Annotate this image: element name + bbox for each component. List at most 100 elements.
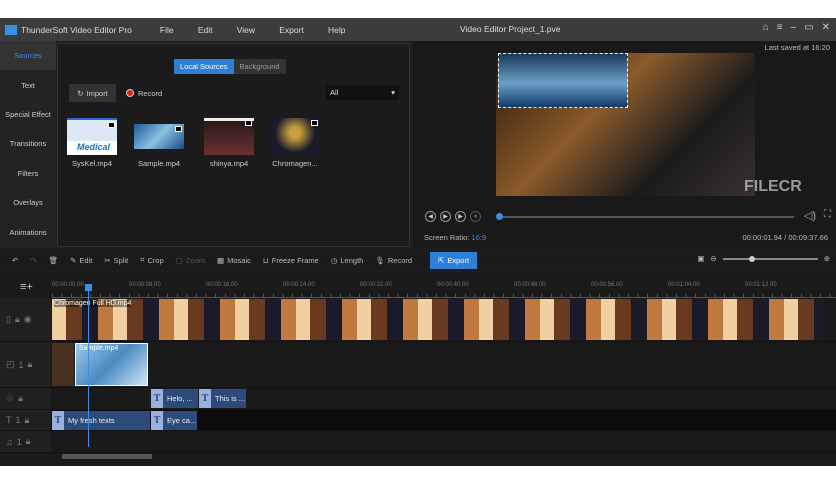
tab-local-sources[interactable]: Local Sources xyxy=(174,59,234,74)
ruler-label: 00:00:40.00 xyxy=(437,282,469,288)
sidebar-item-text[interactable]: Text xyxy=(0,70,56,99)
media-name: shinya.mp4 xyxy=(209,159,249,168)
lock-icon[interactable]: 🔒︎ xyxy=(25,415,30,426)
thumbnail xyxy=(270,118,320,155)
scrollbar-thumb[interactable] xyxy=(62,454,152,459)
video-track: ▯ 🔒︎ ◉ Chromagen Full HD.mp4 xyxy=(0,298,836,342)
text-icon: T xyxy=(151,389,163,408)
menu-help[interactable]: Help xyxy=(328,25,345,35)
menu-edit[interactable]: Edit xyxy=(198,25,213,35)
text-track: T 1 🔒︎ T My fresh texts T Eye ca... xyxy=(0,410,836,431)
previous-frame-icon[interactable]: ◀ xyxy=(425,211,436,222)
add-track-icon[interactable]: ≡+ xyxy=(20,281,33,293)
export-label: Export xyxy=(447,255,470,265)
split-button[interactable]: ✂ Split xyxy=(104,256,128,265)
import-button[interactable]: ↻ Import xyxy=(69,84,116,102)
text-clip[interactable]: T Eye ca... xyxy=(151,411,197,430)
audio-track: ♫ 1 🔒︎ xyxy=(0,431,836,453)
restore-icon[interactable]: ▭ xyxy=(804,22,813,33)
menu-icon[interactable]: ≡ xyxy=(777,22,783,33)
media-name: SysKel.mp4 xyxy=(71,159,113,168)
export-icon: ⇱ xyxy=(438,255,445,265)
fullscreen-icon[interactable]: ⛶ xyxy=(824,209,831,220)
mosaic-button[interactable]: ▦ Mosaic xyxy=(217,256,251,265)
scissors-icon: ✂ xyxy=(104,255,111,265)
zoom-slider-handle[interactable] xyxy=(748,255,755,262)
redo-icon[interactable]: ↷ xyxy=(30,256,36,265)
undo-icon[interactable]: ↶ xyxy=(12,256,18,265)
clip-name: Chromagen Full HD.mp4 xyxy=(54,300,132,307)
media-item[interactable]: shinya.mp4 xyxy=(204,118,254,168)
seek-bar[interactable] xyxy=(495,213,794,220)
lock-icon[interactable]: 🔒︎ xyxy=(28,359,33,370)
menu-view[interactable]: View xyxy=(237,25,255,35)
current-time: 00:00:01.94 xyxy=(742,233,783,242)
edit-button[interactable]: ✎ Edit xyxy=(70,256,92,265)
playhead[interactable] xyxy=(88,287,89,447)
zoom-button[interactable]: ▢ Zoom xyxy=(176,256,205,265)
sources-panel: Local Sources Background ↻ Import Record … xyxy=(57,43,410,247)
record-voice-button[interactable]: 🎙 Record xyxy=(375,256,412,265)
minimize-icon[interactable]: – xyxy=(791,22,797,33)
play-icon[interactable]: ▶ xyxy=(440,211,451,222)
export-button[interactable]: ⇱ Export xyxy=(430,251,478,269)
text-clip[interactable]: T My fresh texts xyxy=(52,411,150,430)
timeline-ruler[interactable]: 00:00:00.00 00:00:08.00 00:00:16.00 00:0… xyxy=(52,280,836,298)
text-effect-clip[interactable]: T Helo, ... xyxy=(151,389,198,408)
record-button[interactable]: Record xyxy=(126,84,162,102)
length-label: Length xyxy=(340,255,364,265)
watermark: FILECR xyxy=(744,178,802,195)
media-item[interactable]: Medical SysKel.mp4 xyxy=(67,118,117,168)
clip-name: This is ... xyxy=(215,394,246,403)
overlay-track-icon: ◰ xyxy=(6,359,15,369)
media-item[interactable]: Sample.mp4 xyxy=(134,118,184,168)
project-title: Video Editor Project_1.pve xyxy=(460,24,561,34)
media-item[interactable]: Chromagen... xyxy=(270,118,320,168)
filter-dropdown[interactable]: All ▾ xyxy=(326,85,399,100)
overlay-clip[interactable] xyxy=(52,343,74,386)
delete-icon[interactable]: 🗑 xyxy=(49,256,59,265)
sidebar-item-overlays[interactable]: Overlays xyxy=(0,188,56,217)
crop-button[interactable]: ⌗ Crop xyxy=(140,255,164,265)
sidebar-item-special-effect[interactable]: Special Effect xyxy=(0,100,56,129)
screen-ratio[interactable]: Screen Ratio: 16:9 xyxy=(424,233,486,242)
fit-timeline-icon[interactable]: ▣ xyxy=(697,254,704,263)
split-label: Split xyxy=(113,255,129,265)
menu-bar: File Edit View Export Help xyxy=(160,25,368,35)
zoom-out-icon[interactable]: ⊖ xyxy=(710,254,716,263)
stop-icon[interactable]: ■ xyxy=(470,211,481,222)
video-track-icon: ▯ xyxy=(6,314,11,324)
ratio-value[interactable]: 16:9 xyxy=(472,233,487,242)
length-button[interactable]: ◷ Length xyxy=(331,256,364,265)
seek-handle[interactable] xyxy=(495,213,503,220)
lock-icon[interactable]: 🔒︎ xyxy=(26,436,31,447)
menu-file[interactable]: File xyxy=(160,25,174,35)
text-effect-clip[interactable]: T This is ... xyxy=(199,389,246,408)
import-label: Import xyxy=(86,88,108,98)
next-frame-icon[interactable]: ▶ xyxy=(455,211,466,222)
freeze-frame-button[interactable]: ⊔ Freeze Frame xyxy=(263,256,319,265)
sidebar-item-transitions[interactable]: Transitions xyxy=(0,129,56,158)
edit-label: Edit xyxy=(79,255,93,265)
overlay-clip[interactable]: Sample.mp4 xyxy=(75,343,148,386)
sidebar-item-animations[interactable]: Animations xyxy=(0,217,56,246)
zoom-in-icon[interactable]: ⊕ xyxy=(824,254,830,263)
overlay-selection[interactable] xyxy=(498,53,628,108)
sidebar-item-filters[interactable]: Filters xyxy=(0,159,56,188)
video-clip[interactable]: Chromagen Full HD.mp4 xyxy=(52,299,824,340)
zoom-icon: ▢ xyxy=(175,255,183,265)
visibility-icon[interactable]: ◉ xyxy=(24,314,32,325)
tab-background[interactable]: Background xyxy=(233,59,286,74)
close-icon[interactable]: ✕ xyxy=(822,22,830,33)
lock-icon[interactable]: 🔒︎ xyxy=(15,314,20,325)
lock-icon[interactable]: 🔒︎ xyxy=(18,393,23,404)
timeline-scrollbar[interactable] xyxy=(52,453,836,460)
volume-icon[interactable]: ◁) xyxy=(804,209,816,222)
home-icon[interactable]: ⌂ xyxy=(763,22,769,33)
sidebar-item-sources[interactable]: Sources xyxy=(0,41,56,71)
video-badge-icon xyxy=(175,126,182,132)
ruler-label: 00:00:56.00 xyxy=(591,282,623,288)
ruler-label: 00:00:16.00 xyxy=(206,282,238,288)
menu-export[interactable]: Export xyxy=(279,25,304,35)
timeline-zoom-slider[interactable] xyxy=(722,255,818,262)
